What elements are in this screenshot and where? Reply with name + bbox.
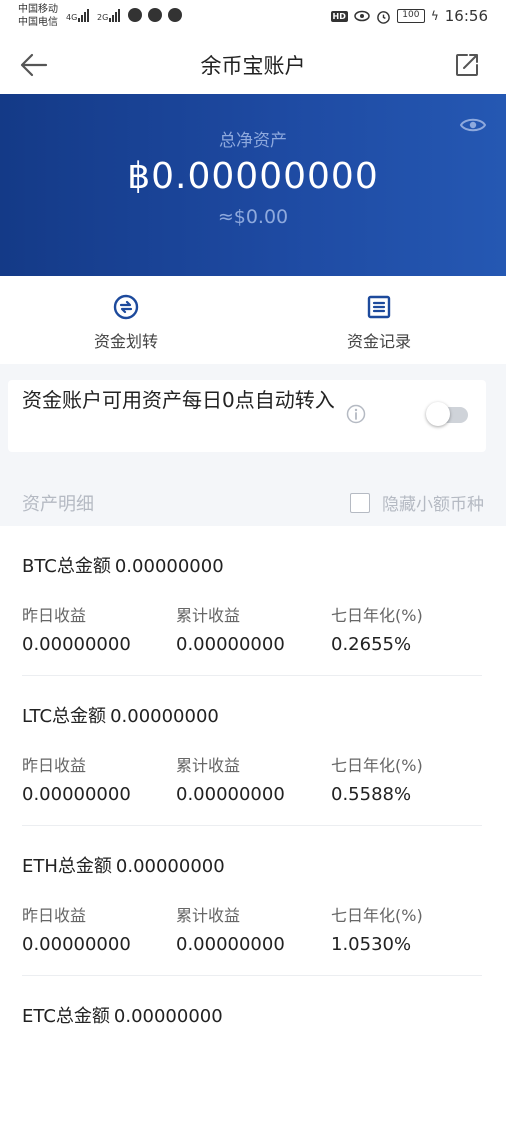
cumulative-earnings: 累计收益 0.00000000 (176, 752, 285, 805)
seven-day-annualized-value: 0.5588% (331, 784, 412, 805)
status-right: HD 100 ϟ 16:56 (330, 7, 488, 25)
network-type-1: 4G (66, 13, 78, 22)
asset-total: BTC总金额 0.00000000 (22, 552, 224, 578)
seven-day-annualized-label: 七日年化(%) (331, 906, 423, 925)
app-notification-icon (168, 8, 182, 22)
fund-transfer-button[interactable]: 资金划转 (46, 294, 206, 352)
asset-total: ETC总金额 0.00000000 (22, 1002, 223, 1028)
alarm-icon (377, 10, 390, 24)
asset-total-value: 0.00000000 (114, 556, 224, 577)
signal-1-icon: 4G (66, 9, 90, 22)
yesterday-earnings-value: 0.00000000 (22, 784, 131, 805)
fund-transfer-label: 资金划转 (93, 332, 158, 351)
cumulative-earnings: 累计收益 0.00000000 (176, 902, 285, 955)
hide-small-checkbox[interactable] (350, 492, 370, 513)
seven-day-annualized: 七日年化(%) 1.0530% (331, 902, 423, 955)
hide-small-balances[interactable]: 隐藏小额币种 (350, 490, 484, 515)
status-bar: 中国移动 中国电信 4G 2G HD 100 ϟ 16:56 (0, 0, 506, 34)
charging-icon: ϟ (430, 9, 439, 23)
cumulative-earnings-value: 0.00000000 (176, 784, 285, 805)
seven-day-annualized: 七日年化(%) 0.5588% (331, 752, 423, 805)
asset-details-heading: 资产明细 (22, 494, 94, 515)
cumulative-earnings-label: 累计收益 (176, 906, 241, 925)
fund-records-button[interactable]: 资金记录 (299, 294, 459, 352)
yesterday-earnings: 昨日收益 0.00000000 (22, 752, 131, 805)
asset-list: BTC总金额 0.00000000 昨日收益 0.00000000 累计收益 0.… (0, 526, 506, 1126)
nav-bar: 余币宝账户 (0, 34, 506, 94)
auto-transfer-toggle[interactable] (426, 402, 470, 426)
carrier-2: 中国电信 (18, 17, 58, 28)
cumulative-earnings-value: 0.00000000 (176, 634, 285, 655)
seven-day-annualized-label: 七日年化(%) (331, 756, 423, 775)
net-assets-label: 总净资产 (219, 131, 287, 151)
cumulative-earnings-value: 0.00000000 (176, 934, 285, 955)
asset-total-label: ETC总金额 (22, 1006, 110, 1027)
signal-2-icon: 2G (97, 9, 121, 22)
asset-total-value: 0.00000000 (115, 856, 225, 877)
carrier-labels: 中国移动 中国电信 (18, 3, 58, 29)
transfer-icon (113, 294, 139, 320)
seven-day-annualized-label: 七日年化(%) (331, 606, 423, 625)
net-assets-banner: 总净资产 ฿0.00000000 ≈$0.00 (0, 94, 506, 276)
asset-card-ltc[interactable]: LTC总金额 0.00000000 昨日收益 0.00000000 累计收益 0.… (22, 676, 482, 826)
eye-comfort-icon (354, 10, 370, 22)
carrier-1: 中国移动 (18, 4, 58, 15)
asset-total-label: ETH总金额 (22, 856, 112, 877)
hide-small-label: 隐藏小额币种 (382, 495, 484, 515)
seven-day-annualized-value: 0.2655% (331, 634, 412, 655)
hd-icon: HD (330, 10, 348, 22)
asset-card-eth[interactable]: ETH总金额 0.00000000 昨日收益 0.00000000 累计收益 0.… (22, 826, 482, 976)
yesterday-earnings: 昨日收益 0.00000000 (22, 602, 131, 655)
quick-actions: 资金划转 资金记录 (0, 276, 506, 364)
fund-records-label: 资金记录 (346, 332, 411, 351)
info-icon[interactable] (346, 404, 366, 424)
battery-icon: 100 (396, 9, 425, 23)
asset-total-value: 0.00000000 (110, 706, 219, 727)
asset-card-btc[interactable]: BTC总金额 0.00000000 昨日收益 0.00000000 累计收益 0.… (22, 526, 482, 676)
yesterday-earnings-label: 昨日收益 (22, 756, 87, 775)
yesterday-earnings: 昨日收益 0.00000000 (22, 902, 131, 955)
visibility-toggle-icon[interactable] (460, 116, 486, 134)
seven-day-annualized: 七日年化(%) 0.2655% (331, 602, 423, 655)
net-assets-value: ฿0.00000000 (127, 156, 379, 197)
auto-transfer-text: 资金账户可用资产每日0点自动转入 (22, 388, 335, 412)
yesterday-earnings-label: 昨日收益 (22, 906, 87, 925)
message-icon (128, 8, 142, 22)
cumulative-earnings-label: 累计收益 (176, 756, 241, 775)
asset-total-label: LTC总金额 (22, 706, 107, 727)
network-type-2: 2G (97, 13, 109, 22)
net-assets-fiat-value: ≈$0.00 (217, 206, 289, 228)
page-title: 余币宝账户 (200, 54, 306, 78)
asset-total: LTC总金额 0.00000000 (22, 702, 219, 728)
clock: 16:56 (444, 7, 488, 25)
toggle-knob (426, 402, 450, 426)
share-icon[interactable] (454, 52, 480, 78)
cumulative-earnings-label: 累计收益 (176, 606, 241, 625)
asset-total-value: 0.00000000 (113, 1006, 223, 1027)
auto-transfer-card: 资金账户可用资产每日0点自动转入 (8, 380, 486, 452)
yesterday-earnings-label: 昨日收益 (22, 606, 87, 625)
asset-card-etc[interactable]: ETC总金额 0.00000000 (22, 976, 482, 1126)
yesterday-earnings-value: 0.00000000 (22, 934, 131, 955)
notification-icons (128, 8, 182, 22)
seven-day-annualized-value: 1.0530% (331, 934, 412, 955)
asset-total: ETH总金额 0.00000000 (22, 852, 225, 878)
cumulative-earnings: 累计收益 0.00000000 (176, 602, 285, 655)
wechat-icon (148, 8, 162, 22)
asset-total-label: BTC总金额 (22, 556, 111, 577)
records-icon (367, 295, 391, 319)
yesterday-earnings-value: 0.00000000 (22, 634, 131, 655)
